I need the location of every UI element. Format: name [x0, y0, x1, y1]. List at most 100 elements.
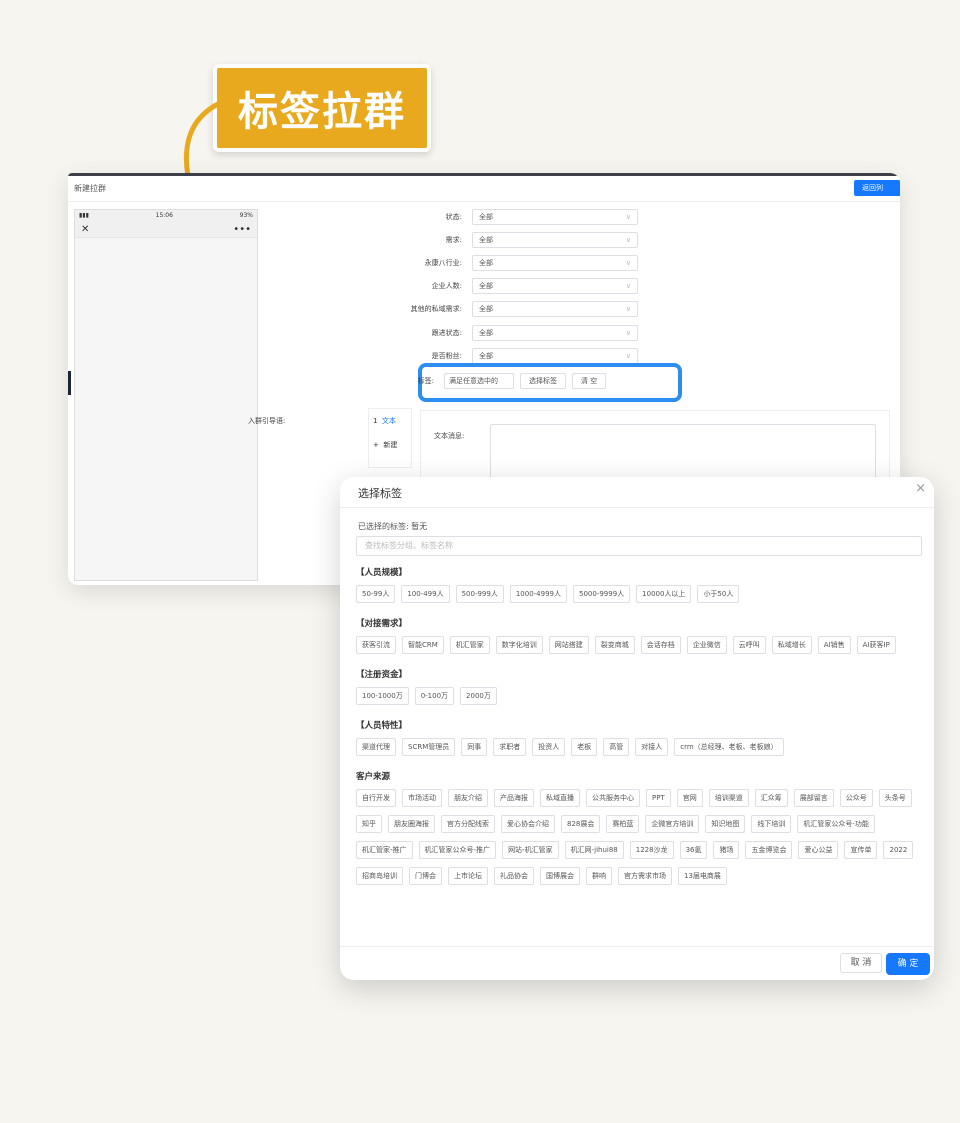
tag-chip[interactable]: 1228沙龙: [629, 841, 674, 859]
add-guide-button[interactable]: + 新建: [369, 433, 411, 457]
tag-chip[interactable]: 高管: [603, 738, 630, 756]
tag-chip[interactable]: 礼品协会: [494, 867, 534, 885]
tag-chip[interactable]: 100-499人: [401, 585, 450, 603]
tag-chip[interactable]: 爱心协会介绍: [501, 815, 555, 833]
tag-chip[interactable]: 市场活动: [402, 789, 442, 807]
tag-chip[interactable]: 赛柏蓝: [606, 815, 640, 833]
filter-label: 需求:: [445, 236, 462, 244]
guide-item[interactable]: 1 文本: [369, 409, 411, 433]
tag-chip[interactable]: 同事: [461, 738, 488, 756]
tag-chip[interactable]: 网站搭建: [548, 636, 589, 654]
tag-chip[interactable]: 100-1000万: [356, 687, 409, 705]
tag-group-title: 【对接需求】: [356, 619, 408, 629]
tag-chip[interactable]: 门博会: [409, 867, 442, 885]
tag-chip[interactable]: 线下培训: [751, 815, 792, 833]
tag-chip[interactable]: 36氪: [679, 841, 708, 859]
tag-chip[interactable]: 自行开发: [356, 789, 396, 807]
tag-chip[interactable]: 网站-机汇管家: [502, 841, 559, 859]
tag-chip[interactable]: 宣传单: [844, 841, 878, 859]
tag-chip[interactable]: 50-99人: [356, 585, 396, 603]
tag-chip[interactable]: 对接人: [635, 738, 669, 756]
cancel-button[interactable]: 取 消: [840, 953, 882, 973]
tag-chip[interactable]: 会话存档: [640, 636, 681, 654]
tag-chip[interactable]: 官方分配线索: [441, 815, 495, 833]
tag-chip[interactable]: 官方需求市场: [618, 867, 672, 885]
confirm-button[interactable]: 确 定: [886, 953, 930, 975]
filter-select-fan[interactable]: 全部: [472, 348, 638, 364]
tag-chip[interactable]: 云呼叫: [732, 636, 766, 654]
tag-chip[interactable]: 机汇网-jihui88: [564, 841, 624, 859]
tag-chip[interactable]: AI获客IP: [856, 636, 896, 654]
select-tags-button[interactable]: 选择标签: [520, 373, 566, 389]
tag-chip[interactable]: 产品海报: [494, 789, 534, 807]
tag-chip[interactable]: 五金博览会: [745, 841, 793, 859]
tag-chip[interactable]: 小于50人: [697, 585, 740, 603]
tag-chip[interactable]: 上市论坛: [448, 867, 488, 885]
filter-select-follow-status[interactable]: 全部: [472, 325, 638, 341]
tag-chip[interactable]: 智能CRM: [402, 636, 444, 654]
tag-chip[interactable]: crm（总经理、老板、老板娘）: [674, 738, 784, 756]
tag-chip[interactable]: 0-100万: [414, 687, 455, 705]
tag-chip[interactable]: 渠道代理: [356, 738, 396, 756]
more-icon[interactable]: •••: [233, 224, 251, 235]
filter-select-headcount[interactable]: 全部: [472, 278, 638, 294]
tag-chip[interactable]: 国博展会: [540, 867, 580, 885]
filter-select-demand[interactable]: 全部: [472, 232, 638, 248]
tag-match-mode-select[interactable]: 满足任意选中的: [444, 373, 514, 389]
side-handle[interactable]: [68, 371, 71, 395]
tag-chip[interactable]: 老板: [571, 738, 598, 756]
tag-chip[interactable]: 机汇管家公众号-功能: [797, 815, 875, 833]
tag-chip[interactable]: 培训渠道: [708, 789, 749, 807]
tag-chip[interactable]: 5000-9999人: [573, 585, 631, 603]
tag-chip[interactable]: 爱心公益: [798, 841, 839, 859]
tag-chip[interactable]: 2000万: [460, 687, 497, 705]
tag-chip[interactable]: 500-999人: [455, 585, 504, 603]
tag-chip[interactable]: 私域增长: [771, 636, 812, 654]
tag-chip[interactable]: 数字化培训: [495, 636, 543, 654]
filter-select-private-demand[interactable]: 全部: [472, 301, 638, 317]
tag-chip[interactable]: 求职者: [493, 738, 527, 756]
text-message-input[interactable]: [490, 424, 876, 484]
tag-chip[interactable]: 猪场: [713, 841, 740, 859]
tag-chip[interactable]: 机汇管家公众号-推广: [418, 841, 497, 859]
tag-chip[interactable]: 公共服务中心: [586, 789, 640, 807]
tag-chip[interactable]: 13届电商展: [678, 867, 727, 885]
tag-chip[interactable]: 裂变商城: [594, 636, 635, 654]
tag-chip[interactable]: 机汇管家-推广: [356, 841, 413, 859]
tag-chip[interactable]: 朋友介绍: [448, 789, 488, 807]
tag-chip[interactable]: 知识地图: [705, 815, 746, 833]
tag-chip[interactable]: 2022: [883, 841, 914, 859]
tag-chip[interactable]: 获客引流: [356, 636, 396, 654]
filter-select-industry[interactable]: 全部: [472, 255, 638, 271]
tag-search-input[interactable]: 查找标签分组、标签名称: [356, 536, 922, 556]
close-icon[interactable]: ×: [915, 481, 926, 496]
tag-chip[interactable]: 群响: [586, 867, 612, 885]
tag-chip[interactable]: 朋友圈海报: [388, 815, 435, 833]
tag-chip[interactable]: 展部留言: [793, 789, 834, 807]
tag-chip[interactable]: 机汇管家: [449, 636, 490, 654]
close-icon[interactable]: ✕: [81, 224, 89, 235]
tag-chip[interactable]: SCRM管理员: [402, 738, 456, 756]
tag-chip[interactable]: 企微官方培训: [645, 815, 700, 833]
guide-label: 入群引导语:: [248, 417, 286, 425]
tag-chip[interactable]: 招商岛培训: [356, 867, 403, 885]
tag-chip[interactable]: 知乎: [356, 815, 382, 833]
clear-tags-button[interactable]: 清 空: [572, 373, 607, 389]
tag-chip[interactable]: 828展会: [561, 815, 601, 833]
tag-chip[interactable]: AI销售: [817, 636, 851, 654]
select-tags-dialog: 选择标签 × 已选择的标签: 暂无 查找标签分组、标签名称 【人员规模】 50-9…: [340, 477, 934, 980]
divider: [68, 201, 900, 202]
back-to-list-button[interactable]: 返回列: [854, 180, 900, 196]
tag-chip[interactable]: 投资人: [532, 738, 566, 756]
tag-chip[interactable]: 汇众筹: [754, 789, 788, 807]
tag-chip[interactable]: PPT: [646, 789, 671, 807]
tag-chip[interactable]: 私域直播: [540, 789, 580, 807]
filter-select-status[interactable]: 全部: [472, 209, 638, 225]
tag-chip[interactable]: 10000人以上: [636, 585, 692, 603]
tag-chip[interactable]: 企业微信: [686, 636, 727, 654]
tag-chip[interactable]: 头条号: [878, 789, 912, 807]
tag-chip[interactable]: 官网: [676, 789, 703, 807]
tag-chip[interactable]: 公众号: [839, 789, 873, 807]
filter-row-follow-status: 跟进状态: 全部: [378, 324, 638, 342]
tag-chip[interactable]: 1000-4999人: [509, 585, 567, 603]
